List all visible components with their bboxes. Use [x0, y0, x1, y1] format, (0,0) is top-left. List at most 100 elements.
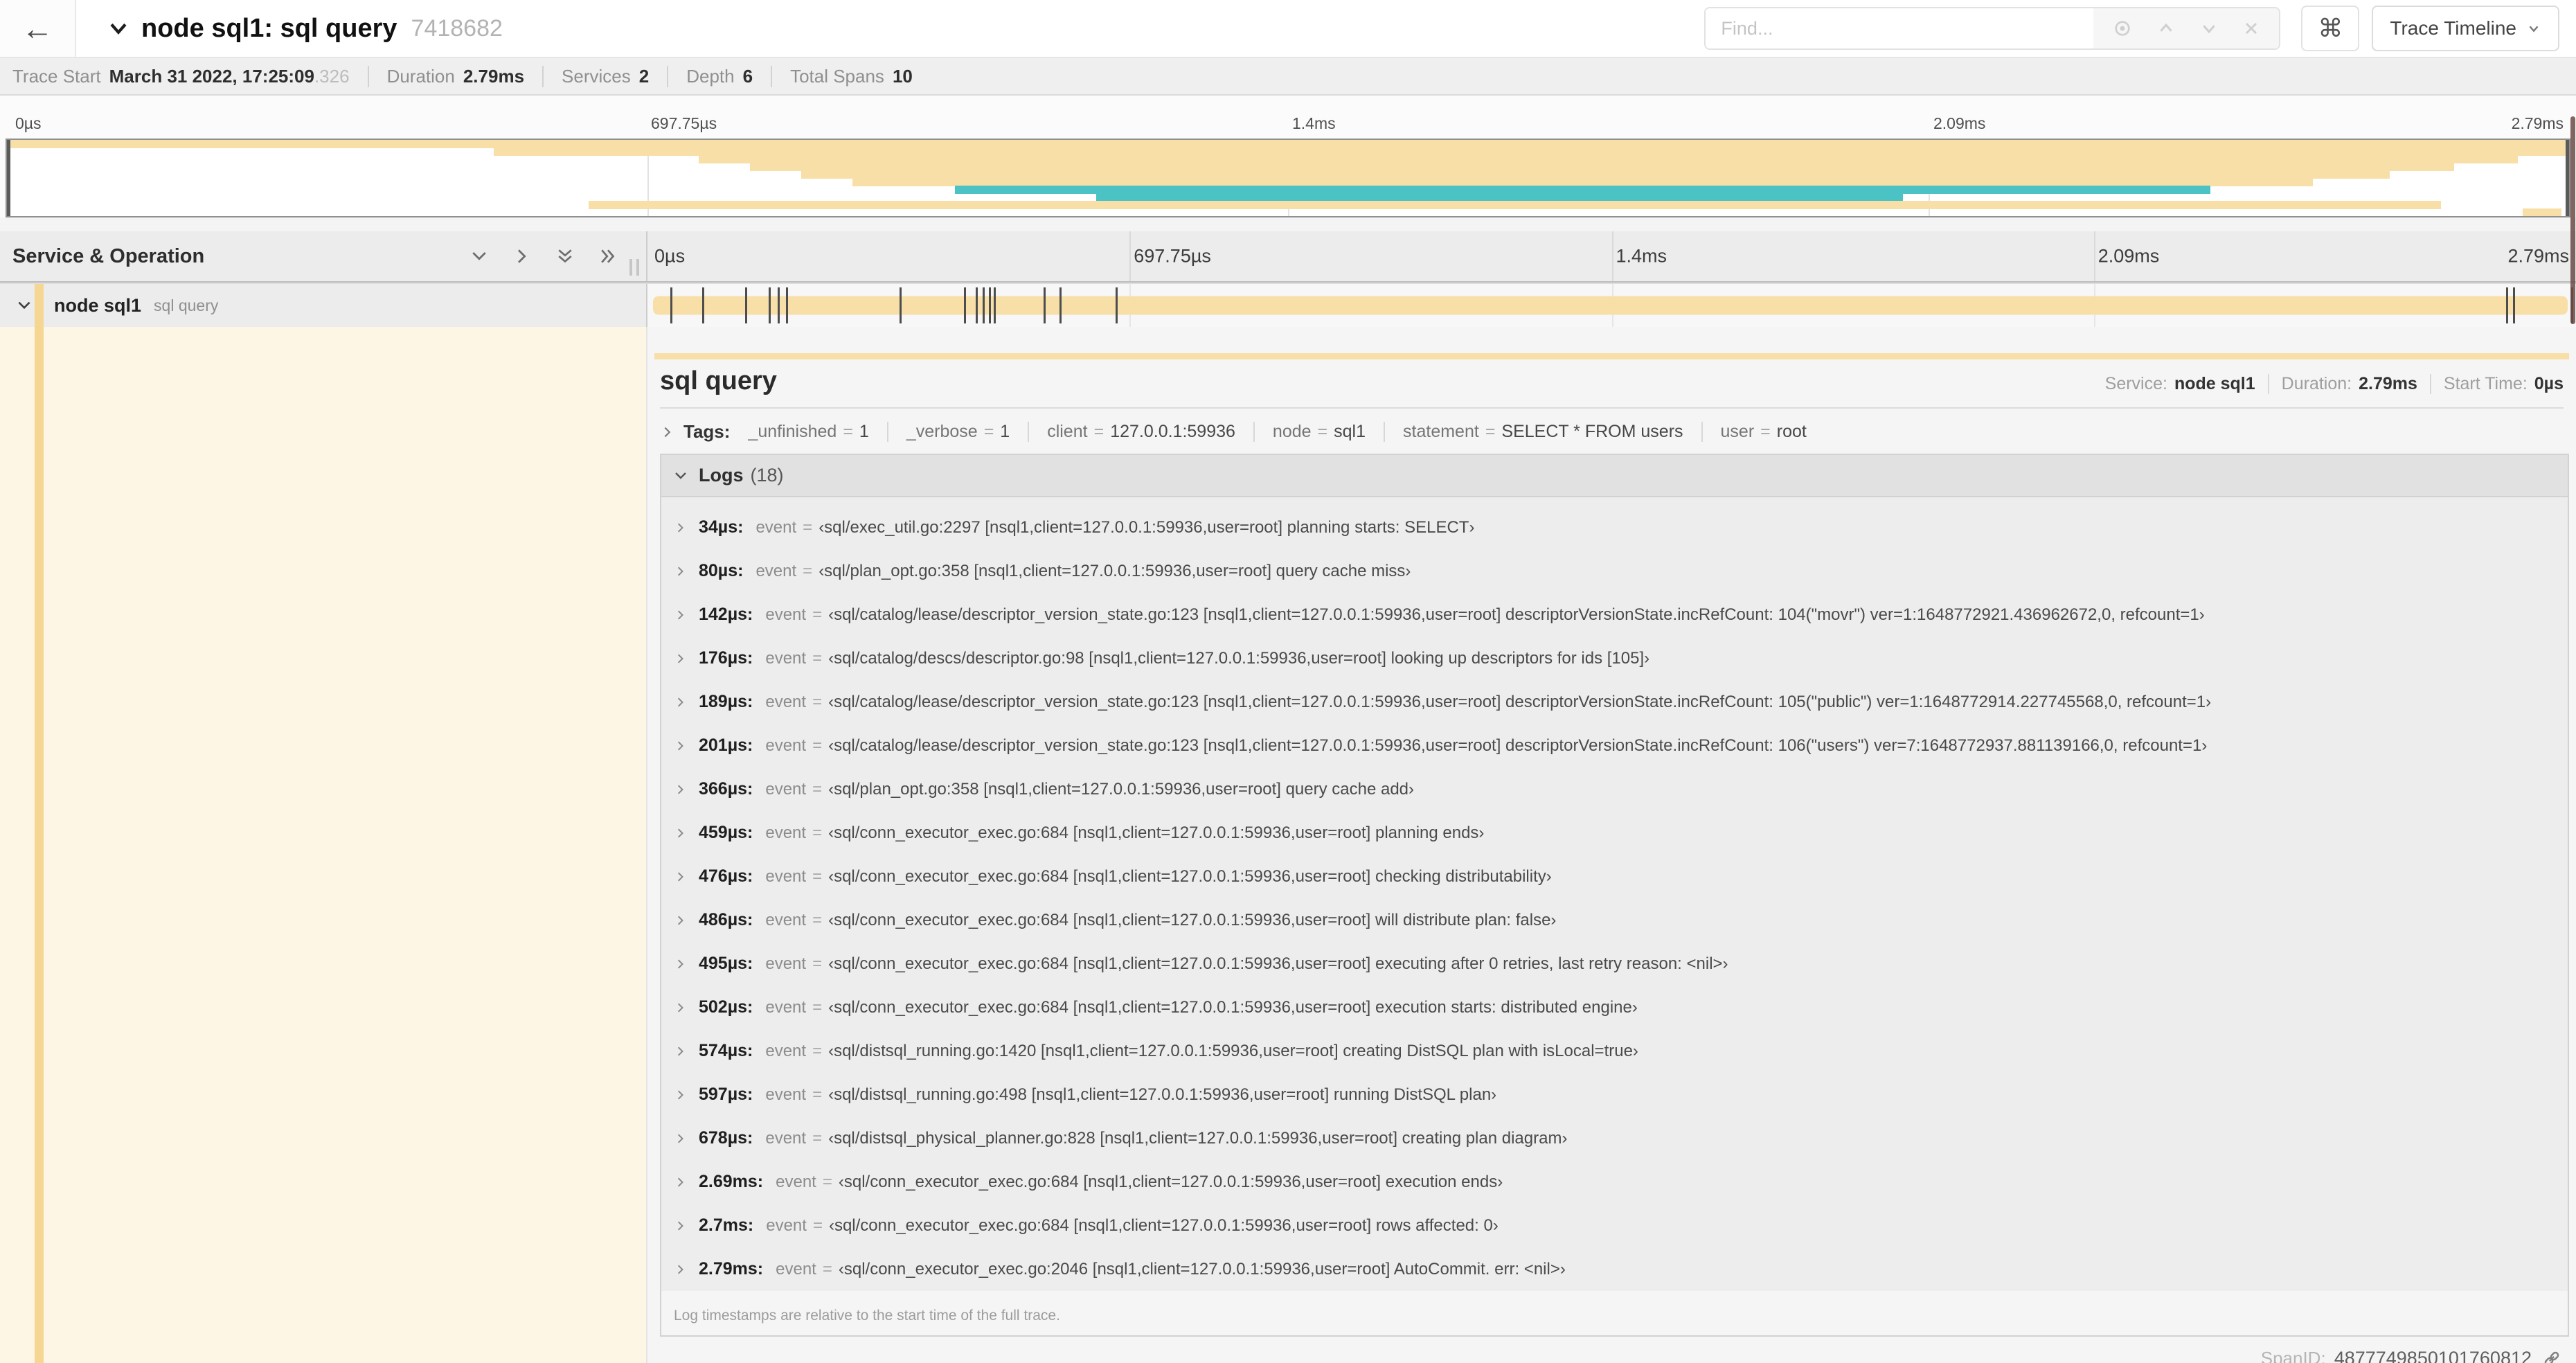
log-field-value: ‹sql/conn_executor_exec.go:684 [nsql1,cl…	[828, 998, 1638, 1017]
log-row[interactable]: 495µs: event = ‹sql/conn_executor_exec.go:6…	[661, 942, 2568, 986]
log-field-key: event	[755, 518, 797, 537]
equals-sign: =	[812, 1085, 823, 1104]
span-row-service-cell[interactable]: node sql1 sql query	[0, 284, 647, 327]
log-marker	[744, 287, 747, 323]
summary-item: Total Spans 10	[771, 65, 913, 87]
chevron-right-icon	[674, 564, 688, 578]
find-input[interactable]	[1706, 8, 2094, 48]
log-row[interactable]: 678µs: event = ‹sql/distsql_physical_planne…	[661, 1116, 2568, 1160]
log-row[interactable]: 2.69ms: event = ‹sql/conn_executor_exec.go:…	[661, 1160, 2568, 1204]
equals-sign: =	[812, 867, 823, 886]
log-marker	[994, 287, 996, 323]
span-detail-color-bar	[654, 353, 2569, 359]
span-duration-bar[interactable]	[653, 296, 2568, 315]
back-button[interactable]: ←	[0, 0, 76, 57]
log-field-key: event	[765, 649, 807, 668]
tag-key: _verbose	[906, 422, 978, 441]
log-row[interactable]: 176µs: event = ‹sql/catalog/descs/descripto…	[661, 636, 2568, 680]
log-row[interactable]: 34µs: event = ‹sql/exec_util.go:2297 [nsql1…	[661, 506, 2568, 549]
collapse-one-chevron-down-icon[interactable]	[469, 246, 490, 267]
column-resizer-grip[interactable]	[629, 259, 639, 276]
tag: node = sql1	[1253, 422, 1366, 442]
log-timestamp: 2.7ms:	[699, 1215, 754, 1235]
log-row[interactable]: 476µs: event = ‹sql/conn_executor_exec.go:6…	[661, 855, 2568, 898]
equals-sign: =	[812, 1042, 823, 1060]
span-color-strip	[35, 327, 44, 1363]
equals-sign: =	[812, 605, 823, 624]
meta-value: 0µs	[2534, 374, 2564, 393]
trace-collapse-chevron-down-icon[interactable]	[107, 17, 130, 40]
equals-sign: =	[812, 1216, 823, 1235]
find-prev-chevron-up-icon[interactable]	[2156, 18, 2176, 39]
minimap-span-bar	[801, 170, 2390, 179]
log-row[interactable]: 201µs: event = ‹sql/catalog/lease/descripto…	[661, 724, 2568, 767]
log-row[interactable]: 502µs: event = ‹sql/conn_executor_exec.go:6…	[661, 986, 2568, 1029]
trace-view-selector[interactable]: Trace Timeline	[2372, 6, 2559, 51]
trace-summary-bar: Trace Start March 31 2022, 17:25:09.326 Du…	[0, 58, 2576, 96]
log-row[interactable]: 2.79ms: event = ‹sql/conn_executor_exec.go:…	[661, 1247, 2568, 1291]
find-clear-close-icon[interactable]	[2242, 19, 2261, 38]
time-tick-label: 697.75µs	[651, 114, 717, 132]
tag-value: 1	[1000, 422, 1010, 441]
log-row[interactable]: 574µs: event = ‹sql/distsql_running.go:1420…	[661, 1029, 2568, 1073]
minimap-right-scrubber[interactable]	[2566, 140, 2569, 216]
equals-sign: =	[822, 1173, 832, 1191]
deep-link-icon[interactable]	[2541, 1348, 2562, 1363]
log-field-value: ‹sql/catalog/lease/descriptor_version_st…	[828, 693, 2212, 711]
log-marker	[976, 287, 978, 323]
log-row[interactable]: 2.7ms: event = ‹sql/conn_executor_exec.go:6…	[661, 1204, 2568, 1247]
log-timestamp: 476µs:	[699, 866, 753, 886]
span-collapse-chevron-down-icon[interactable]	[15, 296, 33, 314]
chevron-right-icon	[674, 1001, 688, 1015]
log-timestamp: 574µs:	[699, 1041, 753, 1060]
logs-accordion-header[interactable]: Logs (18)	[661, 455, 2568, 497]
tags-accordion[interactable]: Tags: _unfinished = 1 _verbose = 1 client = 127.…	[660, 421, 2569, 443]
minimap-spacer	[0, 217, 2576, 231]
logs-label: Logs	[699, 465, 744, 485]
chevron-right-icon	[674, 1132, 688, 1146]
log-row[interactable]: 459µs: event = ‹sql/conn_executor_exec.go:6…	[661, 811, 2568, 855]
chevron-right-icon	[674, 695, 688, 709]
log-row[interactable]: 80µs: event = ‹sql/plan_opt.go:358 [nsql1,c…	[661, 549, 2568, 593]
timeline-grid-header: Service & Operation 0µs 697.75µs 1.4ms 2.09…	[0, 231, 2576, 283]
equals-sign: =	[822, 1260, 832, 1279]
log-row[interactable]: 366µs: event = ‹sql/plan_opt.go:358 [nsql1,…	[661, 767, 2568, 811]
find-next-chevron-down-icon[interactable]	[2199, 18, 2219, 39]
span-meta-item: Service: node sql1	[2105, 374, 2255, 394]
service-operation-column-header: Service & Operation	[0, 231, 647, 281]
meta-label: Service:	[2104, 374, 2167, 393]
time-tick-label: 1.4ms	[1292, 114, 1336, 132]
tags-label: Tags:	[683, 421, 731, 442]
equals-sign: =	[812, 823, 823, 842]
equals-sign: =	[1093, 422, 1104, 441]
tags-list: _unfinished = 1 _verbose = 1 client = 127.0.0.1:…	[730, 422, 1807, 442]
chevron-right-icon	[674, 1044, 688, 1058]
log-marker	[768, 287, 771, 323]
locate-icon[interactable]	[2111, 17, 2134, 39]
log-marker	[964, 287, 967, 323]
log-field-key: event	[765, 867, 807, 886]
log-row[interactable]: 597µs: event = ‹sql/distsql_running.go:498 …	[661, 1073, 2568, 1116]
log-row[interactable]: 189µs: event = ‹sql/catalog/lease/descripto…	[661, 680, 2568, 724]
log-row[interactable]: 486µs: event = ‹sql/conn_executor_exec.go:6…	[661, 898, 2568, 942]
expand-all-double-chevron-right-icon[interactable]	[598, 246, 618, 267]
collapse-all-double-chevron-down-icon[interactable]	[555, 246, 575, 267]
log-field-key: event	[765, 780, 807, 799]
chevron-right-icon	[674, 826, 688, 840]
log-field-key: event	[765, 693, 807, 711]
tag: client = 127.0.0.1:59936	[1028, 422, 1235, 442]
chevron-right-icon	[674, 783, 688, 796]
minimap-canvas[interactable]	[6, 139, 2570, 217]
trace-id: 7418682	[411, 15, 503, 42]
keyboard-shortcuts-button[interactable]: ⌘	[2301, 6, 2360, 51]
expand-one-chevron-right-icon[interactable]	[512, 246, 533, 267]
scrollbar-thumb[interactable]	[2570, 116, 2575, 324]
span-row-timeline-cell[interactable]	[647, 284, 2576, 327]
log-marker	[2506, 287, 2509, 323]
log-field-key: event	[776, 1173, 816, 1191]
log-field-key: event	[766, 1216, 807, 1235]
equals-sign: =	[983, 422, 994, 441]
log-row[interactable]: 142µs: event = ‹sql/catalog/lease/descripto…	[661, 593, 2568, 636]
minimap-left-scrubber[interactable]	[7, 140, 10, 216]
chevron-right-icon	[674, 914, 688, 927]
